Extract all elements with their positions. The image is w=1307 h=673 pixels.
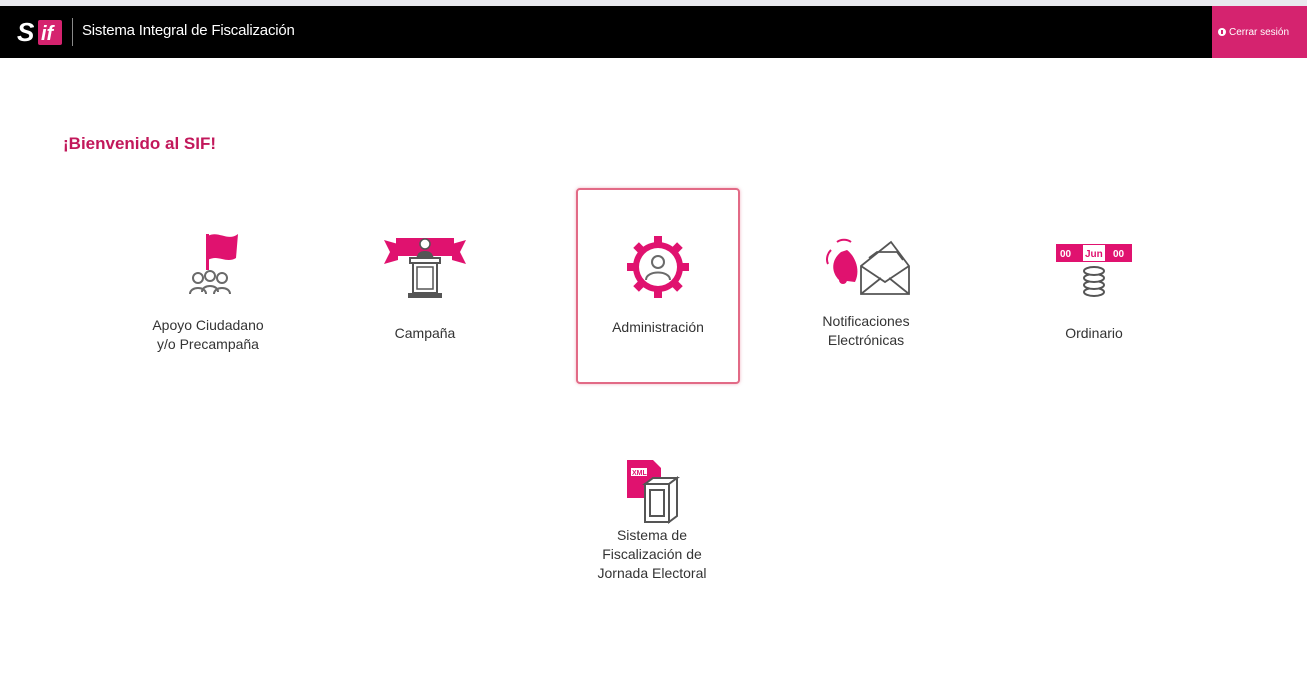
module-label: Administración (612, 319, 704, 335)
module-notificaciones[interactable]: Notificaciones Electrónicas (786, 190, 946, 380)
svg-text:00: 00 (1060, 249, 1072, 260)
module-label: Campaña (394, 325, 456, 341)
svg-text:00: 00 (1113, 249, 1125, 260)
module-label: Sistema de Fiscalización de Jornada Elec… (597, 527, 707, 581)
module-administracion[interactable]: Administración (576, 188, 740, 384)
user-gear-icon (578, 234, 738, 300)
bell-envelope-icon (786, 230, 946, 300)
welcome-heading: ¡Bienvenido al SIF! (63, 134, 217, 153)
module-jornada-electoral[interactable]: XML Sistema de Fiscalización de Jornada … (572, 450, 732, 600)
module-label: Notificaciones Electrónicas (822, 313, 910, 348)
app-title: Sistema Integral de Fiscalización (82, 22, 295, 39)
flag-people-icon (128, 228, 288, 303)
logout-label: Cerrar sesión (1229, 26, 1290, 38)
sif-home-page: S if Sistema Integral de Fiscalización C… (0, 0, 1307, 673)
calendar-coins-icon: 00 Jun 00 (1014, 242, 1174, 302)
module-apoyo-ciudadano[interactable]: Apoyo Ciudadano y/o Precampaña (128, 190, 288, 380)
svg-text:XML: XML (632, 470, 648, 477)
module-campana[interactable]: Campaña (345, 190, 505, 380)
top-navbar: S if Sistema Integral de Fiscalización C… (0, 6, 1307, 58)
xml-ballot-box-icon: XML (572, 456, 732, 526)
sif-logo[interactable]: S if (16, 17, 64, 47)
logo-divider (72, 18, 73, 46)
module-ordinario[interactable]: 00 Jun 00 Ordinario (1014, 190, 1174, 380)
power-icon (1218, 28, 1226, 36)
podium-banner-icon (345, 232, 505, 302)
module-label: Apoyo Ciudadano y/o Precampaña (152, 317, 264, 352)
logout-button[interactable]: Cerrar sesión (1212, 6, 1307, 58)
svg-text:Jun: Jun (1085, 249, 1103, 260)
svg-text:S: S (17, 17, 35, 47)
module-label: Ordinario (1065, 325, 1123, 341)
